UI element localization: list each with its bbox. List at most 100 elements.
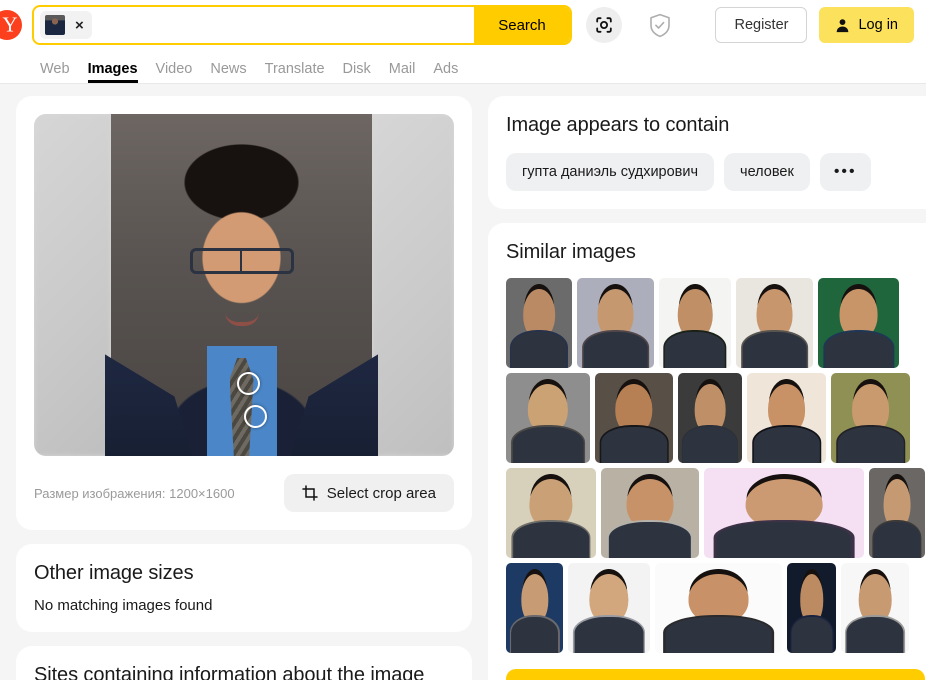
similar-image-thumbnail — [595, 373, 673, 463]
similar-image-tile[interactable] — [704, 468, 864, 558]
similar-image-tile[interactable] — [506, 373, 590, 463]
image-contains-card: Image appears to contain гупта даниэль с… — [488, 96, 926, 209]
tab-disk[interactable]: Disk — [343, 62, 371, 84]
similar-image-thumbnail — [787, 563, 836, 653]
close-icon[interactable]: × — [75, 18, 84, 33]
similar-image-thumbnail — [506, 278, 572, 368]
similar-image-thumbnail — [747, 373, 826, 463]
similar-images-row — [506, 563, 925, 653]
shield-check-icon — [649, 13, 671, 38]
user-icon — [835, 18, 850, 33]
similar-image-tile[interactable] — [747, 373, 826, 463]
other-image-sizes-card: Other image sizes No matching images fou… — [16, 544, 472, 632]
similar-image-thumbnail — [678, 373, 742, 463]
similar-image-tile[interactable] — [841, 563, 909, 653]
similar-image-tile[interactable] — [659, 278, 731, 368]
similar-images-title: Similar images — [506, 241, 925, 264]
similar-image-tile[interactable] — [655, 563, 782, 653]
similar-image-thumbnail — [659, 278, 731, 368]
similar-images-row — [506, 373, 925, 463]
similar-image-thumbnail — [831, 373, 910, 463]
similar-image-tile[interactable] — [818, 278, 899, 368]
query-thumbnail-icon — [45, 15, 65, 35]
similar-image-tile[interactable] — [678, 373, 742, 463]
camera-lens-icon — [594, 15, 614, 35]
similar-images-grid — [506, 278, 925, 653]
register-button[interactable]: Register — [715, 7, 807, 43]
tab-mail[interactable]: Mail — [389, 62, 416, 84]
sites-with-image-title: Sites containing information about the i… — [34, 664, 454, 680]
similar-image-tile[interactable] — [506, 278, 572, 368]
similar-images-button[interactable]: Similar images — [506, 669, 925, 680]
crop-icon — [302, 485, 318, 501]
search-input-area[interactable]: × — [34, 7, 474, 43]
select-crop-area-button[interactable]: Select crop area — [284, 474, 454, 512]
image-contains-chip-list: гупта даниэль судхирович человек ••• — [506, 153, 925, 191]
similar-image-tile[interactable] — [787, 563, 836, 653]
login-button[interactable]: Log in — [819, 7, 914, 43]
similar-image-thumbnail — [577, 278, 654, 368]
image-meta-row: Размер изображения: 1200×1600 Select cro… — [34, 474, 454, 512]
service-tabs: Web Images Video News Translate Disk Mail Ads — [0, 50, 926, 83]
image-blur-right — [372, 114, 454, 456]
similar-images-row — [506, 278, 925, 368]
similar-image-thumbnail — [506, 373, 590, 463]
page-content: Размер изображения: 1200×1600 Select cro… — [0, 84, 926, 680]
more-tags-button[interactable]: ••• — [820, 153, 871, 191]
similar-images-row — [506, 468, 925, 558]
similar-image-thumbnail — [841, 563, 909, 653]
login-button-label: Log in — [858, 17, 898, 33]
tab-web[interactable]: Web — [40, 62, 70, 84]
similar-image-thumbnail — [736, 278, 813, 368]
search-bar[interactable]: × Search — [32, 5, 572, 45]
similar-image-thumbnail — [601, 468, 699, 558]
other-image-sizes-text: No matching images found — [34, 597, 454, 614]
search-button[interactable]: Search — [474, 7, 570, 43]
portrait-smile — [225, 312, 259, 326]
right-column: Image appears to contain гупта даниэль с… — [488, 96, 926, 680]
header-top-bar: Y × Search Register — [0, 0, 926, 50]
similar-image-thumbnail — [506, 468, 596, 558]
contains-chip[interactable]: гупта даниэль судхирович — [506, 153, 714, 191]
protection-button[interactable] — [646, 9, 674, 41]
tab-news[interactable]: News — [210, 62, 246, 84]
similar-image-tile[interactable] — [506, 563, 563, 653]
contains-chip[interactable]: человек — [724, 153, 810, 191]
similar-image-tile[interactable] — [831, 373, 910, 463]
similar-image-thumbnail — [506, 563, 563, 653]
image-contains-title: Image appears to contain — [506, 114, 925, 137]
similar-image-tile[interactable] — [595, 373, 673, 463]
source-image[interactable] — [34, 114, 454, 456]
tab-images[interactable]: Images — [88, 62, 138, 84]
portrait-glasses — [190, 248, 294, 274]
image-size-label: Размер изображения: 1200×1600 — [34, 486, 235, 501]
similar-image-tile[interactable] — [568, 563, 650, 653]
similar-images-card: Similar images Similar images — [488, 223, 926, 680]
similar-image-thumbnail — [704, 468, 864, 558]
object-marker-handle-1[interactable] — [237, 372, 260, 395]
image-query-chip[interactable]: × — [40, 11, 92, 39]
select-crop-area-label: Select crop area — [327, 485, 436, 502]
portrait-jacket-left — [105, 332, 217, 456]
similar-image-tile[interactable] — [601, 468, 699, 558]
tab-video[interactable]: Video — [156, 62, 193, 84]
similar-image-tile[interactable] — [577, 278, 654, 368]
similar-image-tile[interactable] — [869, 468, 925, 558]
other-image-sizes-title: Other image sizes — [34, 562, 454, 585]
similar-image-thumbnail — [869, 468, 925, 558]
similar-image-thumbnail — [818, 278, 899, 368]
sites-with-image-card: Sites containing information about the i… — [16, 646, 472, 680]
yandex-logo[interactable]: Y — [0, 10, 22, 40]
similar-image-tile[interactable] — [506, 468, 596, 558]
left-column: Размер изображения: 1200×1600 Select cro… — [16, 96, 472, 680]
similar-image-tile[interactable] — [736, 278, 813, 368]
similar-image-thumbnail — [655, 563, 782, 653]
portrait-jacket-right — [266, 332, 378, 456]
image-blur-left — [34, 114, 111, 456]
source-image-card: Размер изображения: 1200×1600 Select cro… — [16, 96, 472, 530]
image-search-button[interactable] — [586, 7, 622, 43]
portrait-photo — [111, 114, 372, 456]
tab-ads[interactable]: Ads — [433, 62, 458, 84]
tab-translate[interactable]: Translate — [265, 62, 325, 84]
object-marker-handle-2[interactable] — [244, 405, 267, 428]
